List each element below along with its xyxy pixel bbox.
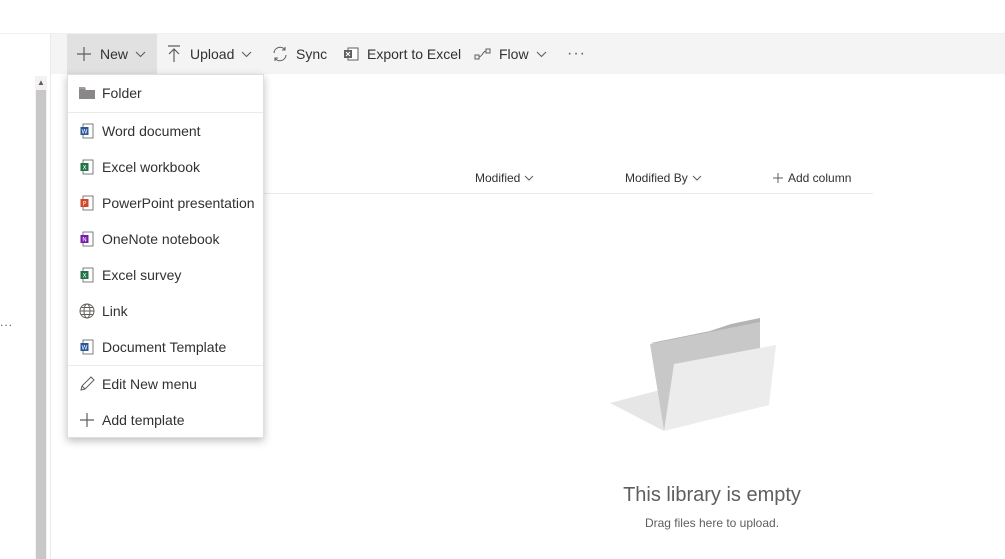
column-modified[interactable]: Modified <box>475 171 534 185</box>
chevron-down-icon <box>692 175 702 181</box>
menu-item-label: Add template <box>102 412 185 428</box>
column-modified-label: Modified <box>475 171 521 185</box>
pencil-icon <box>79 376 95 392</box>
upload-button[interactable]: Upload <box>165 34 252 74</box>
left-rail-ellipsis[interactable]: ... <box>0 315 13 329</box>
onenote-icon: N <box>79 231 95 247</box>
command-bar: New Upload Sync Export to Excel Flow ··· <box>51 34 1005 74</box>
excel-icon: X <box>79 267 95 283</box>
upload-button-label: Upload <box>190 46 235 62</box>
column-modified-by-label: Modified By <box>625 171 688 185</box>
menu-item-folder[interactable]: Folder <box>68 75 263 111</box>
add-column-button[interactable]: Add column <box>773 171 851 185</box>
menu-item-document-template[interactable]: W Document Template <box>68 329 263 365</box>
globe-icon <box>79 303 95 319</box>
menu-item-label: OneNote notebook <box>102 231 220 247</box>
menu-item-label: Document Template <box>102 339 227 355</box>
new-dropdown-menu: Folder W Word document X Excel workbook … <box>67 74 264 438</box>
menu-item-edit-new-menu[interactable]: Edit New menu <box>68 366 263 402</box>
chevron-down-icon <box>536 51 547 58</box>
excel-icon <box>342 45 360 63</box>
menu-item-powerpoint-presentation[interactable]: P PowerPoint presentation <box>68 185 263 221</box>
menu-item-label: Edit New menu <box>102 376 197 392</box>
column-modified-by[interactable]: Modified By <box>625 171 702 185</box>
add-column-label: Add column <box>788 171 852 185</box>
flow-button[interactable]: Flow <box>474 34 547 74</box>
menu-item-label: Excel workbook <box>102 159 201 175</box>
svg-text:X: X <box>82 273 86 280</box>
empty-state-subtitle: Drag files here to upload. <box>644 516 780 530</box>
new-button-label: New <box>100 46 129 62</box>
plus-icon <box>773 173 783 183</box>
menu-item-link[interactable]: Link <box>68 293 263 329</box>
upload-icon <box>165 45 183 63</box>
menu-item-add-template[interactable]: Add template <box>68 402 263 438</box>
menu-item-label: Folder <box>102 85 142 101</box>
menu-item-label: Excel survey <box>102 267 182 283</box>
plus-icon <box>75 45 93 63</box>
menu-item-onenote-notebook[interactable]: N OneNote notebook <box>68 221 263 257</box>
empty-folder-illustration <box>610 315 780 436</box>
menu-item-label: Word document <box>102 123 201 139</box>
menu-item-label: PowerPoint presentation <box>102 195 255 211</box>
svg-text:W: W <box>82 129 88 136</box>
word-icon: W <box>79 123 95 139</box>
left-rail: ... ▲ <box>0 34 51 559</box>
menu-item-word-document[interactable]: W Word document <box>68 113 263 149</box>
new-button[interactable]: New <box>67 34 157 74</box>
sync-icon <box>271 45 289 63</box>
menu-item-excel-workbook[interactable]: X Excel workbook <box>68 149 263 185</box>
word-icon: W <box>79 339 95 355</box>
more-options-button[interactable]: ··· <box>567 34 586 74</box>
sync-button[interactable]: Sync <box>271 34 327 74</box>
chevron-down-icon <box>241 51 252 58</box>
excel-icon: X <box>79 159 95 175</box>
svg-text:N: N <box>82 237 87 244</box>
sync-button-label: Sync <box>296 46 328 62</box>
export-to-excel-button[interactable]: Export to Excel <box>342 34 461 74</box>
export-button-label: Export to Excel <box>367 46 462 62</box>
folder-icon <box>79 85 95 101</box>
svg-text:X: X <box>82 165 86 172</box>
empty-state-title: This library is empty <box>623 484 801 506</box>
menu-item-excel-survey[interactable]: X Excel survey <box>68 257 263 293</box>
top-bar <box>0 0 1005 34</box>
scrollbar-thumb[interactable] <box>36 90 46 559</box>
menu-item-label: Link <box>102 303 128 319</box>
flow-button-label: Flow <box>499 46 529 62</box>
svg-text:P: P <box>83 201 87 208</box>
flow-icon <box>474 45 492 63</box>
chevron-down-icon <box>135 51 146 58</box>
chevron-down-icon <box>524 175 534 181</box>
svg-text:W: W <box>82 345 88 352</box>
powerpoint-icon: P <box>79 195 95 211</box>
plus-icon <box>79 412 95 428</box>
scroll-up-arrow-icon[interactable]: ▲ <box>35 76 47 90</box>
